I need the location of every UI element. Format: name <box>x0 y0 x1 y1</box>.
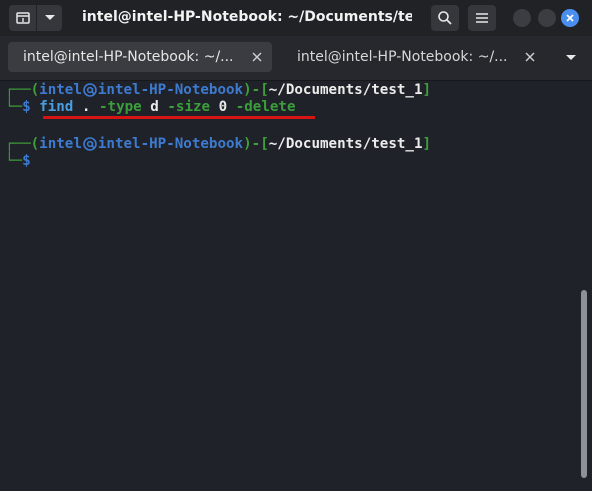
prompt-frame-sep: )-[ <box>243 136 269 152</box>
search-icon <box>438 11 452 25</box>
hamburger-menu-icon <box>476 13 488 23</box>
prompt-line: ┌──(intel intel-HP-Notebook)-[~/Documents… <box>5 135 431 153</box>
tab-terminal-2[interactable]: intel@intel-HP-Notebook: ~/... <box>283 42 545 72</box>
prompt-dollar: $ <box>22 153 31 169</box>
prompt-frame-close: ] <box>422 136 432 152</box>
command-target: . <box>81 99 91 115</box>
prompt-frame-close: ] <box>422 82 432 98</box>
search-button[interactable] <box>431 5 459 31</box>
tabs-overflow-chevron-icon[interactable] <box>564 53 578 63</box>
new-tab-icon <box>15 12 30 24</box>
command-value-type: d <box>150 99 159 115</box>
prompt-host: intel-HP-Notebook <box>97 136 244 152</box>
at-sign-icon <box>83 83 97 97</box>
command-line: └─$ <box>5 152 31 170</box>
new-tab-button[interactable] <box>9 5 36 31</box>
command-flag-type: -type <box>99 99 142 115</box>
tab-bar: intel@intel-HP-Notebook: ~/... intel@int… <box>0 36 592 81</box>
close-window-button[interactable] <box>561 9 579 27</box>
header-bar: intel@intel-HP-Notebook: ~/Documents/tes… <box>0 0 592 36</box>
prompt-frame-open: ┌──( <box>5 136 40 152</box>
tab-label: intel@intel-HP-Notebook: ~/... <box>297 49 508 65</box>
tab-terminal-1[interactable]: intel@intel-HP-Notebook: ~/... <box>8 42 272 72</box>
prompt-frame-open: ┌──( <box>5 82 40 98</box>
prompt-dollar: $ <box>22 99 31 115</box>
prompt-user: intel <box>39 136 82 152</box>
tab-close-icon[interactable] <box>250 50 264 64</box>
tab-close-icon[interactable] <box>523 50 537 64</box>
vertical-scrollbar[interactable] <box>581 290 587 478</box>
command-line: └─$ find . -type d -size 0 -delete <box>5 98 296 116</box>
main-menu-button[interactable] <box>468 5 496 31</box>
command-value-size: 0 <box>218 99 228 115</box>
prompt-path: ~/Documents/test_1 <box>268 136 423 152</box>
command-flag-size: -size <box>167 99 211 115</box>
prompt-frame-sep: )-[ <box>243 82 269 98</box>
prompt-line: ┌──(intel intel-HP-Notebook)-[~/Documents… <box>5 81 431 99</box>
command-name: find <box>39 99 74 115</box>
prompt-user: intel <box>39 82 82 98</box>
window-title: intel@intel-HP-Notebook: ~/Documents/tes… <box>82 9 412 25</box>
prompt-path: ~/Documents/test_1 <box>268 82 423 98</box>
prompt-host: intel-HP-Notebook <box>97 82 244 98</box>
terminal-output[interactable]: ┌──(intel intel-HP-Notebook)-[~/Documents… <box>0 81 592 491</box>
chevron-down-icon <box>44 15 55 20</box>
command-flag-delete: -delete <box>235 99 296 115</box>
command-highlight-underline <box>43 116 315 119</box>
tab-label: intel@intel-HP-Notebook: ~/... <box>23 49 234 65</box>
prompt-frame-prefix: └─ <box>5 153 23 169</box>
close-icon <box>566 14 574 22</box>
new-tab-menu-button[interactable] <box>37 5 62 31</box>
at-sign-icon <box>83 137 97 151</box>
minimize-button[interactable] <box>513 9 531 27</box>
terminal-window: intel@intel-HP-Notebook: ~/Documents/tes… <box>0 0 592 491</box>
maximize-button[interactable] <box>538 9 556 27</box>
prompt-frame-prefix: └─ <box>5 99 23 115</box>
